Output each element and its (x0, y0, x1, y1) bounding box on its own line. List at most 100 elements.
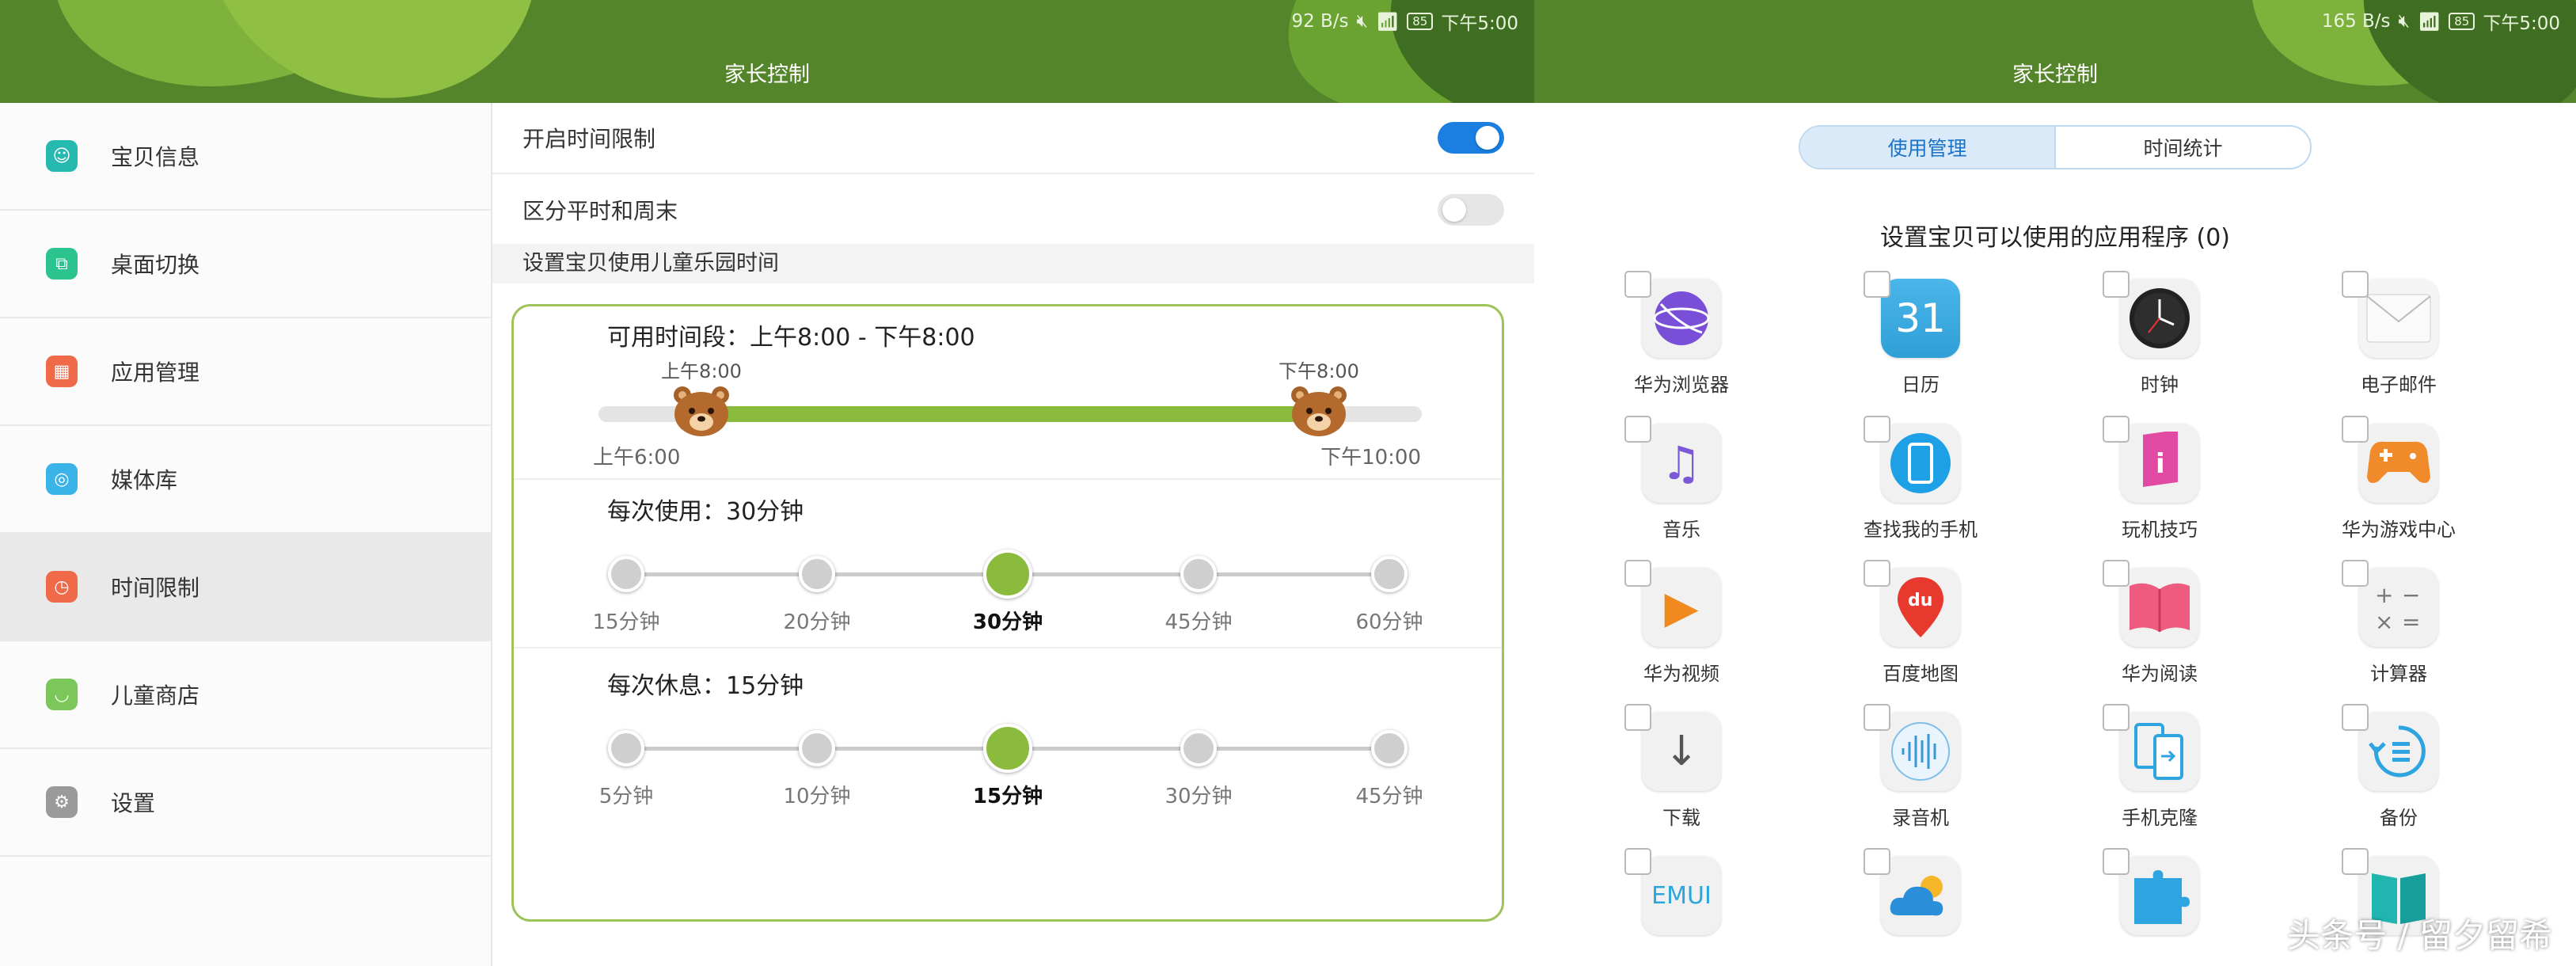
svg-text:×: × (2375, 609, 2393, 635)
tab-time-statistics[interactable]: 时间统计 (2056, 127, 2310, 168)
sidebar-item-settings[interactable]: ⚙ 设置 (0, 749, 491, 857)
puzzle-icon (2120, 856, 2199, 935)
rest-step-option[interactable] (799, 730, 835, 766)
usage-step-label: 15分钟 (592, 610, 660, 634)
app-item[interactable]: 录音机 (1802, 704, 2039, 854)
app-label: 时钟 (2141, 374, 2179, 396)
rest-step-option[interactable] (608, 730, 644, 766)
status-bar: 92 B/s 🔇︎ 📶︎ 85 下午5:00 (1291, 8, 1518, 35)
range-end-handle[interactable] (1287, 382, 1351, 438)
app-icon-glyph: ♫ (1661, 436, 1702, 490)
usage-step-option[interactable] (1371, 556, 1408, 592)
app-checkbox[interactable] (2103, 416, 2130, 443)
app-checkbox[interactable] (1864, 560, 1890, 587)
usage-step-selected[interactable] (983, 550, 1032, 599)
sidebar-item-media-library[interactable]: ◎ 媒体库 (0, 426, 491, 534)
app-item[interactable] (2041, 848, 2278, 966)
sidebar-item-app-management[interactable]: ▦ 应用管理 (0, 318, 491, 426)
range-start-label: 上午8:00 (661, 360, 742, 382)
app-label: 计算器 (2370, 663, 2427, 685)
parental-control-app-management-screen: 165 B/s 🔇︎ 📶︎ 85 下午5:00 家长控制 使用管理 时间统计 设… (1534, 0, 2576, 966)
sidebar-item-kids-store[interactable]: ◡ 儿童商店 (0, 641, 491, 749)
app-checkbox[interactable] (2342, 848, 2369, 875)
usage-step-option[interactable] (1180, 556, 1217, 592)
sidebar-item-time-limit[interactable]: ◷ 时间限制 (0, 534, 491, 641)
app-label: 手机克隆 (2122, 807, 2198, 829)
app-checkbox[interactable] (2342, 416, 2369, 443)
page-title: 家长控制 (724, 63, 810, 87)
app-checkbox[interactable] (2342, 271, 2369, 298)
app-checkbox[interactable] (2103, 704, 2130, 731)
app-checkbox[interactable] (1624, 271, 1651, 298)
app-checkbox[interactable] (2342, 560, 2369, 587)
browser-icon (1642, 279, 1721, 358)
app-checkbox[interactable] (1864, 704, 1890, 731)
app-checkbox[interactable] (2103, 271, 2130, 298)
app-item[interactable]: + − × = 计算器 (2280, 560, 2517, 710)
wifi-icon: 📶︎ (2418, 11, 2441, 32)
usage-step-option[interactable] (799, 556, 835, 592)
app-checkbox[interactable] (1864, 271, 1890, 298)
sidebar-item-label: 设置 (111, 790, 156, 816)
app-icon-glyph: EMUI (1651, 881, 1712, 910)
time-limit-toggle[interactable] (1438, 122, 1504, 154)
app-checkbox[interactable] (2103, 848, 2130, 875)
app-checkbox[interactable] (1624, 848, 1651, 875)
app-item[interactable]: ↓ 下载 (1563, 704, 1800, 854)
app-label: 玩机技巧 (2122, 519, 2198, 541)
app-checkbox[interactable] (1624, 416, 1651, 443)
recorder-icon (1881, 712, 1960, 791)
time-limit-row: 开启时间限制 (492, 103, 1534, 174)
usage-step-option[interactable] (608, 556, 644, 592)
app-item[interactable]: ▶ 华为视频 (1563, 560, 1800, 710)
app-item[interactable]: EMUI (1563, 848, 1800, 966)
sidebar-item-label: 应用管理 (111, 359, 200, 386)
sidebar-item-baby-info[interactable]: ☺ 宝贝信息 (0, 103, 491, 211)
toggle-knob (1442, 198, 1466, 222)
usage-duration-title: 每次使用：30分钟 (607, 498, 804, 526)
sidebar-item-desktop-switch[interactable]: ⧉ 桌面切换 (0, 211, 491, 318)
app-item[interactable]: 华为阅读 (2041, 560, 2278, 710)
weekday-weekend-label: 区分平时和周末 (522, 198, 678, 224)
app-item[interactable]: i 玩机技巧 (2041, 416, 2278, 566)
weekday-weekend-toggle[interactable] (1438, 194, 1504, 226)
app-item[interactable]: 备份 (2280, 704, 2517, 854)
rest-step-option[interactable] (1371, 730, 1408, 766)
app-item[interactable]: 时钟 (2041, 271, 2278, 421)
rest-step-option[interactable] (1180, 730, 1217, 766)
settings-icon: ⚙ (46, 786, 78, 818)
app-item[interactable]: 查找我的手机 (1802, 416, 2039, 566)
app-item[interactable]: 31 日历 (1802, 271, 2039, 421)
app-item[interactable]: 华为浏览器 (1563, 271, 1800, 421)
app-item[interactable]: 华为游戏中心 (2280, 416, 2517, 566)
app-checkbox[interactable] (1864, 848, 1890, 875)
app-item[interactable]: 电子邮件 (2280, 271, 2517, 421)
toggle-knob (1476, 126, 1499, 150)
app-checkbox[interactable] (1864, 416, 1890, 443)
time-range-fill (701, 406, 1319, 422)
grid-icon: ▦ (46, 356, 78, 387)
tab-bar: 使用管理 时间统计 (1799, 125, 2312, 169)
weekday-weekend-row: 区分平时和周末 (492, 174, 1534, 245)
range-start-handle[interactable] (670, 382, 733, 438)
time-limit-label: 开启时间限制 (522, 126, 656, 152)
network-speed: 92 B/s (1291, 11, 1349, 32)
wifi-icon: 📶︎ (1376, 11, 1400, 32)
app-item[interactable] (1802, 848, 2039, 966)
app-checkbox[interactable] (2103, 560, 2130, 587)
app-checkbox[interactable] (1624, 704, 1651, 731)
time-limit-content: 开启时间限制 区分平时和周末 设置宝贝使用儿童乐园时间 可用时间段：上午8:00… (492, 103, 1534, 966)
sidebar-item-label: 桌面切换 (111, 252, 200, 278)
rest-step-selected[interactable] (983, 724, 1032, 773)
app-item[interactable]: 手机克隆 (2041, 704, 2278, 854)
range-max-label: 下午10:00 (1320, 446, 1421, 470)
app-checkbox[interactable] (1624, 560, 1651, 587)
app-icon-glyph: 31 (1895, 295, 1946, 341)
app-checkbox[interactable] (2342, 704, 2369, 731)
app-item[interactable]: du 百度地图 (1802, 560, 2039, 710)
app-item[interactable]: ♫ 音乐 (1563, 416, 1800, 566)
svg-text:−: − (2402, 582, 2420, 608)
tab-usage-management[interactable]: 使用管理 (1800, 127, 2056, 168)
apps-section-title: 设置宝贝可以使用的应用程序 (0) (1879, 224, 2231, 252)
watermark: 头条号 / 留夕留希 (2287, 916, 2552, 955)
